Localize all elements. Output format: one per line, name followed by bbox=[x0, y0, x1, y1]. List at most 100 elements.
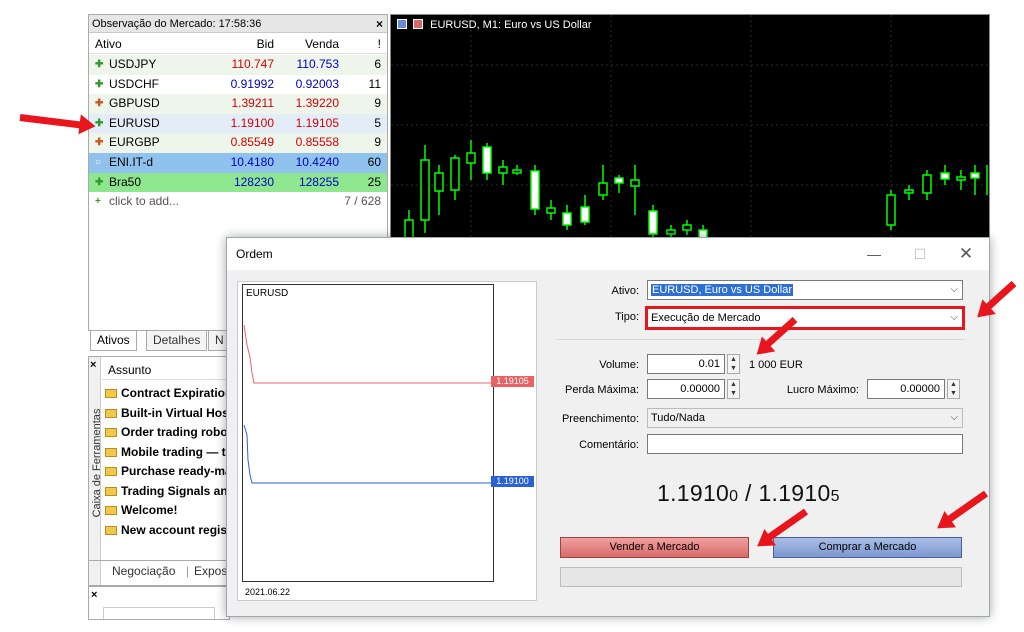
stop-loss-label: Perda Máxima: bbox=[565, 384, 639, 396]
symbol-name: USDJPY bbox=[109, 57, 157, 71]
news-header[interactable]: Assunto bbox=[102, 360, 230, 380]
chart-flag-icon bbox=[413, 19, 424, 29]
envelope-icon bbox=[105, 408, 117, 418]
arrow-annotation-eurusd bbox=[19, 114, 82, 129]
spread-value: 60 bbox=[367, 155, 381, 169]
envelope-icon bbox=[105, 525, 117, 535]
close-icon[interactable]: ✕ bbox=[943, 238, 989, 270]
tab-negociacao[interactable]: Negociação bbox=[112, 561, 175, 581]
tick-chart-frame: EURUSD 2021.06.22 bbox=[242, 284, 494, 597]
market-row-usdchf[interactable]: ✚ USDCHF 0.91992 0.92003 11 bbox=[89, 75, 387, 95]
stop-loss-input[interactable]: 0.00000 bbox=[647, 379, 725, 399]
symbol-count: 7 / 628 bbox=[344, 194, 381, 209]
volume-unit: 1 000 EUR bbox=[749, 359, 803, 371]
volume-stepper[interactable]: ▲ ▼ bbox=[727, 354, 740, 374]
col-symbol[interactable]: Ativo bbox=[95, 34, 122, 54]
ask-value: 10.4240 bbox=[295, 155, 339, 169]
market-row-eurgbp[interactable]: ✚ EURGBP 0.85549 0.85558 9 bbox=[89, 133, 387, 153]
comment-label: Comentário: bbox=[579, 439, 639, 451]
news-item[interactable]: Purchase ready-ma bbox=[105, 462, 231, 482]
symbol-select-value: EURUSD, Euro vs US Dollar bbox=[651, 284, 793, 296]
spread-value: 6 bbox=[374, 57, 381, 71]
up-arrow-icon: ✚ bbox=[95, 59, 104, 70]
symbol-name: EURUSD bbox=[109, 115, 160, 130]
toolbox-panel: × Caixa de Ferramentas Assunto Contract … bbox=[88, 356, 231, 586]
market-row-usdjpy[interactable]: ✚ USDJPY 110.747 110.753 6 bbox=[89, 55, 387, 75]
status-bar bbox=[560, 567, 962, 587]
plus-icon: + bbox=[95, 196, 101, 208]
symbol-name: USDCHF bbox=[109, 76, 159, 91]
bid-value: 10.4180 bbox=[230, 155, 274, 169]
toolbox-side-label: Caixa de Ferramentas bbox=[91, 408, 103, 518]
toolbox-close-icon[interactable]: × bbox=[90, 359, 96, 371]
bid-value: 0.91992 bbox=[230, 76, 274, 91]
spread-value: 9 bbox=[374, 135, 381, 150]
tab-ativos[interactable]: Ativos bbox=[90, 331, 137, 351]
news-subject: Purchase ready-ma bbox=[121, 464, 231, 478]
price-separator: / bbox=[738, 480, 759, 506]
bid-price: 1.1910 bbox=[657, 480, 730, 506]
ask-value: 0.92003 bbox=[295, 76, 339, 91]
col-ask[interactable]: Venda bbox=[279, 34, 339, 54]
market-watch-header: Ativo Bid Venda ! bbox=[89, 34, 387, 54]
toolbox-side-bar: × Caixa de Ferramentas bbox=[89, 357, 103, 585]
spread-value: 9 bbox=[374, 96, 381, 111]
market-row-eni[interactable]: ○ ENI.IT-d 10.4180 10.4240 60 bbox=[89, 153, 387, 173]
add-symbol-label: click to add... bbox=[109, 194, 180, 209]
ask-value: 110.753 bbox=[296, 57, 340, 71]
envelope-icon bbox=[105, 486, 117, 496]
bid-value: 128230 bbox=[233, 174, 274, 189]
minimize-icon[interactable]: — bbox=[851, 238, 897, 270]
tab-exposicao[interactable]: Exposi bbox=[194, 561, 230, 581]
market-row-eurusd[interactable]: ✚ EURUSD 1.19100 1.19105 5 bbox=[89, 113, 387, 134]
symbol-name: ENI.IT-d bbox=[109, 155, 154, 169]
tick-chart: EURUSD 2021.06.22 1.19105 1.19100 bbox=[237, 281, 537, 601]
news-item[interactable]: Welcome! bbox=[105, 501, 231, 521]
col-spread[interactable]: ! bbox=[344, 34, 381, 54]
price-chart[interactable]: EURUSD, M1: Euro vs US Dollar bbox=[390, 14, 990, 242]
tick-lines bbox=[243, 324, 493, 484]
symbol-label: Ativo: bbox=[611, 285, 639, 297]
bottom-close-icon[interactable]: × bbox=[91, 589, 97, 601]
take-profit-stepper[interactable]: ▲ ▼ bbox=[947, 379, 960, 399]
buy-market-button[interactable]: Comprar a Mercado bbox=[773, 537, 962, 558]
news-item[interactable]: Order trading robot bbox=[105, 423, 231, 443]
volume-input[interactable]: 0.01 bbox=[647, 354, 725, 374]
news-item[interactable]: Trading Signals and bbox=[105, 482, 231, 502]
bid-value: 110.747 bbox=[231, 57, 275, 71]
col-bid[interactable]: Bid bbox=[209, 34, 274, 54]
candlestick-chart bbox=[391, 15, 989, 241]
take-profit-input[interactable]: 0.00000 bbox=[867, 379, 945, 399]
market-row-bra50[interactable]: ✚ Bra50 128230 128255 25 bbox=[89, 172, 387, 193]
tab-separator: | bbox=[186, 564, 190, 578]
ask-value: 128255 bbox=[298, 174, 339, 189]
chart-title: EURUSD, M1: Euro vs US Dollar bbox=[397, 19, 592, 31]
tab-detalhes[interactable]: Detalhes bbox=[146, 331, 208, 351]
comment-input[interactable] bbox=[647, 434, 963, 454]
bid-value: 1.39211 bbox=[231, 96, 275, 111]
news-subject: Mobile trading — t bbox=[121, 444, 226, 459]
bottom-panel: × bbox=[88, 586, 230, 620]
spread-value: 25 bbox=[367, 174, 381, 189]
maximize-icon[interactable]: ☐ bbox=[897, 238, 943, 270]
symbol-name: Bra50 bbox=[109, 174, 142, 189]
ask-value: 1.19105 bbox=[295, 115, 339, 130]
market-watch-title: Observação do Mercado: 17:58:36 bbox=[89, 15, 387, 33]
filling-select[interactable]: Tudo/Nada ⌵ bbox=[647, 408, 963, 428]
news-item[interactable]: Mobile trading — t bbox=[105, 443, 231, 463]
envelope-icon bbox=[105, 428, 117, 437]
add-symbol-row[interactable]: + click to add... 7 / 628 bbox=[89, 192, 387, 212]
news-item[interactable]: Built-in Virtual Host bbox=[105, 404, 231, 424]
stop-loss-stepper[interactable]: ▲ ▼ bbox=[727, 379, 740, 399]
symbol-select[interactable]: EURUSD, Euro vs US Dollar ⌵ bbox=[647, 280, 963, 300]
chevron-down-icon: ⌵ bbox=[950, 284, 958, 295]
news-item[interactable]: New account regist bbox=[105, 521, 231, 541]
take-profit-label: Lucro Máximo: bbox=[786, 384, 859, 396]
type-select[interactable]: Execução de Mercado ⌵ bbox=[645, 306, 965, 330]
news-subject: Order trading robot bbox=[121, 425, 231, 439]
market-row-gbpusd[interactable]: ✚ GBPUSD 1.39211 1.39220 9 bbox=[89, 94, 387, 114]
market-watch-close-icon[interactable]: × bbox=[376, 15, 383, 33]
symbol-name: EURGBP bbox=[109, 135, 160, 150]
news-item[interactable]: Contract Expiration bbox=[105, 384, 231, 404]
sell-market-button[interactable]: Vender a Mercado bbox=[560, 537, 749, 558]
